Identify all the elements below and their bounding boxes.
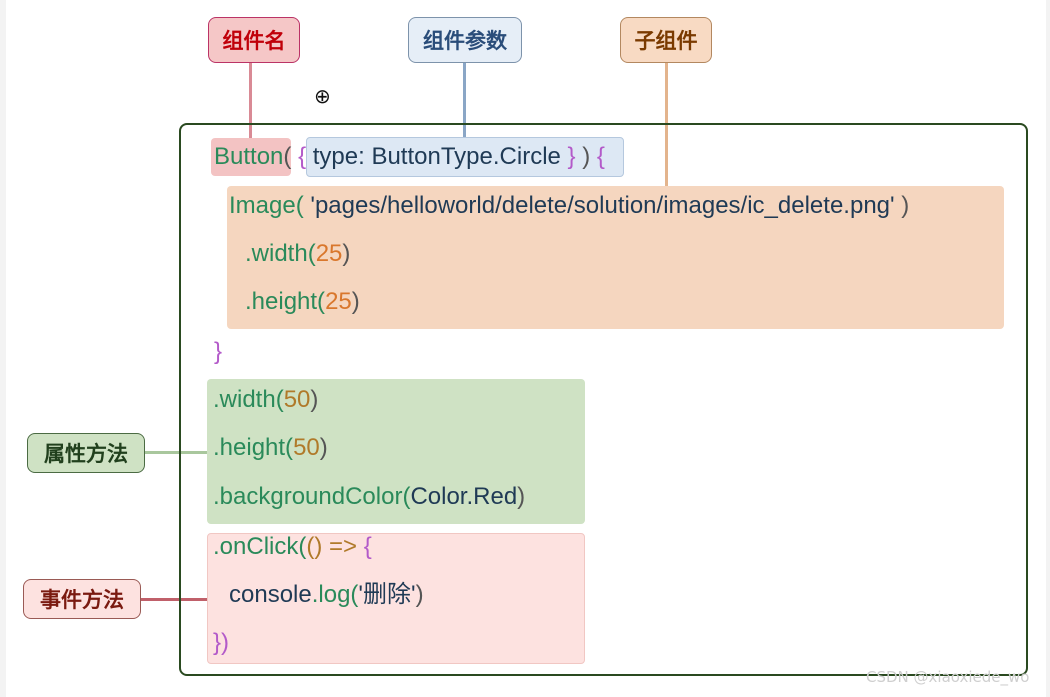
watermark: CSDN @xiaoxiede_wo — [866, 668, 1030, 686]
code-onclick-open-brace: { — [363, 533, 372, 560]
code-line-onclick: .onClick(() => { — [213, 533, 372, 561]
code-param-close-brace: } — [567, 143, 576, 170]
code-close-paren: ) — [582, 143, 591, 170]
code-line-height: .height(50) — [213, 434, 328, 462]
zoom-in-cursor-icon: ⊕ — [314, 84, 331, 108]
code-close-paren: ) — [415, 581, 424, 608]
diagram-canvas: 组件名 组件参数 子组件 属性方法 事件方法 ⊕ Button( { type:… — [6, 0, 1046, 697]
code-line-onclick-close: }) — [213, 629, 230, 656]
code-close-paren: ) — [310, 386, 319, 413]
code-close-paren: ) — [351, 288, 360, 315]
code-line-width: .width(50) — [213, 386, 318, 414]
code-param-open-brace: { — [298, 143, 307, 170]
label-attribute-methods: 属性方法 — [27, 433, 145, 473]
code-image-height: .height( — [245, 288, 326, 315]
code-image-height-val: 25 — [325, 288, 352, 315]
code-console: console — [229, 581, 312, 608]
code-height-val: 50 — [293, 434, 320, 461]
label-component-params: 组件参数 — [408, 17, 522, 63]
code-param-key: type: — [312, 143, 365, 170]
code-onclick: .onClick( — [213, 533, 307, 560]
code-close-paren: ) — [319, 434, 328, 461]
code-width-val: 50 — [283, 386, 311, 413]
code-line-image-width: .width(25) — [245, 240, 350, 268]
code-bg-color-val: Color.Red — [410, 483, 518, 510]
code-log-arg: '删除' — [358, 581, 416, 608]
code-log: .log( — [311, 581, 359, 608]
code-line-button: Button( { type: ButtonType.Circle } ) { — [214, 143, 605, 171]
code-param-value: ButtonType.Circle — [371, 143, 561, 170]
code-line-console-log: console.log('删除') — [229, 581, 424, 609]
code-body-open-brace: { — [596, 143, 605, 170]
label-child-component: 子组件 — [620, 17, 712, 63]
code-width: .width( — [213, 386, 284, 413]
code-line-image: Image( 'pages/helloworld/delete/solution… — [229, 192, 909, 220]
code-line-background-color: .backgroundColor(Color.Red) — [213, 483, 525, 511]
code-image-close: ) — [901, 192, 910, 219]
code-line-close-brace: } — [214, 338, 223, 365]
label-event-methods: 事件方法 — [23, 579, 141, 619]
code-bg-color: .backgroundColor( — [213, 483, 411, 510]
code-close-paren: ) — [342, 240, 351, 267]
code-image-call: Image( — [229, 192, 304, 219]
label-component-name: 组件名 — [208, 17, 300, 63]
code-height: .height( — [213, 434, 294, 461]
code-image-width: .width( — [245, 240, 316, 267]
code-arrow: () => — [306, 533, 358, 560]
code-button: Button — [214, 143, 284, 170]
code-image-path: 'pages/helloworld/delete/solution/images… — [310, 192, 895, 219]
code-close-paren: ) — [517, 483, 526, 510]
code-image-width-val: 25 — [315, 240, 343, 267]
code-open-paren: ( — [283, 143, 292, 170]
code-line-image-height: .height(25) — [245, 288, 360, 316]
